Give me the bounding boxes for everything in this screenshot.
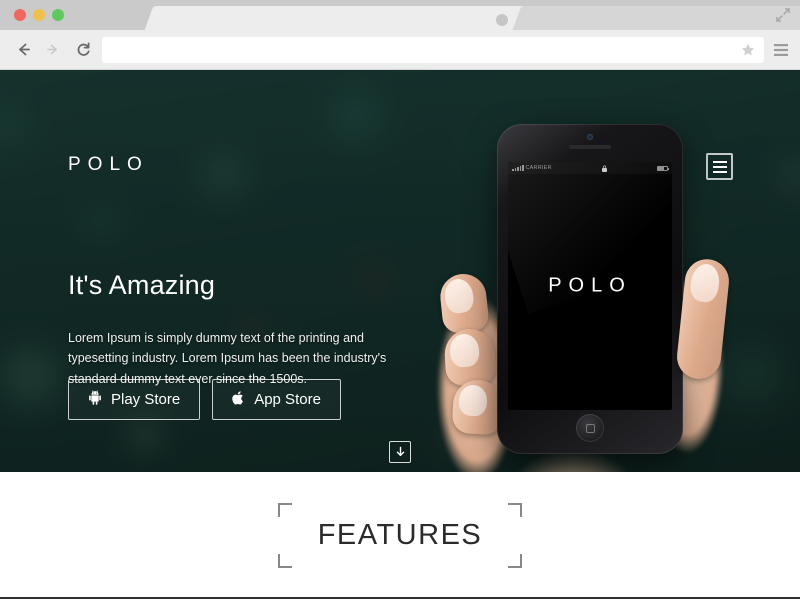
features-title: FEATURES (317, 519, 483, 551)
fingernail (458, 384, 488, 417)
battery-icon (657, 165, 669, 171)
reload-icon[interactable] (68, 35, 98, 65)
browser-toolbar (0, 30, 800, 70)
apple-icon (232, 390, 245, 410)
browser-menu-icon[interactable] (770, 35, 792, 65)
phone-camera-icon (587, 134, 593, 140)
signal-icon (512, 165, 524, 171)
android-icon (88, 390, 102, 409)
window-minimize-button[interactable] (33, 9, 45, 21)
window-maximize-button[interactable] (52, 9, 64, 21)
phone-mockup: CARRIER POLO (423, 124, 732, 472)
phone-status-bar: CARRIER (508, 162, 672, 174)
browser-tab-bar (0, 0, 800, 30)
site-logo[interactable]: POLO (68, 154, 149, 176)
bookmark-star-icon[interactable] (740, 42, 756, 58)
hamburger-icon-line (712, 170, 727, 173)
hero-title: It's Amazing (68, 270, 216, 300)
address-bar[interactable] (102, 36, 764, 63)
features-section: FEATURES (0, 472, 800, 599)
corner-bracket-icon (277, 503, 292, 517)
phone-device: CARRIER POLO (497, 124, 683, 454)
tab-favicon-icon (496, 14, 508, 26)
back-icon[interactable] (8, 35, 38, 65)
phone-speaker (569, 145, 611, 149)
corner-bracket-icon (508, 554, 523, 568)
app-store-button[interactable]: App Store (212, 379, 341, 420)
window-close-button[interactable] (14, 9, 26, 21)
hero-section: POLO It's Amazing Lorem Ipsum is simply … (0, 70, 800, 472)
window-traffic-lights (14, 9, 64, 21)
play-store-label: Play Store (111, 391, 181, 408)
corner-bracket-icon (277, 554, 292, 568)
window-bottom-edge (0, 597, 800, 599)
forward-icon[interactable] (38, 35, 68, 65)
play-store-button[interactable]: Play Store (68, 379, 201, 420)
fullscreen-icon[interactable] (774, 6, 792, 24)
arrow-down-icon (396, 446, 404, 457)
scroll-down-button[interactable] (389, 441, 411, 463)
nav-menu-toggle-button[interactable] (706, 153, 733, 180)
features-heading-wrap: FEATURES (277, 503, 523, 568)
address-input[interactable] (110, 42, 740, 57)
hero-cta-buttons: Play Store App Store (68, 379, 341, 420)
app-store-label: App Store (254, 391, 321, 408)
hamburger-icon-line (712, 165, 727, 168)
phone-screen-logo: POLO (548, 274, 632, 297)
phone-home-button (576, 414, 604, 442)
browser-tab-2[interactable] (512, 6, 800, 30)
lock-icon (552, 165, 657, 172)
corner-bracket-icon (508, 503, 523, 517)
web-page: POLO It's Amazing Lorem Ipsum is simply … (0, 70, 800, 599)
browser-tab-1[interactable] (144, 6, 536, 30)
browser-window: POLO It's Amazing Lorem Ipsum is simply … (0, 0, 800, 600)
hero-copy: It's Amazing Lorem Ipsum is simply dummy… (68, 270, 398, 389)
hamburger-icon-line (712, 160, 727, 163)
phone-screen: CARRIER POLO (508, 162, 672, 410)
carrier-label: CARRIER (525, 165, 552, 171)
